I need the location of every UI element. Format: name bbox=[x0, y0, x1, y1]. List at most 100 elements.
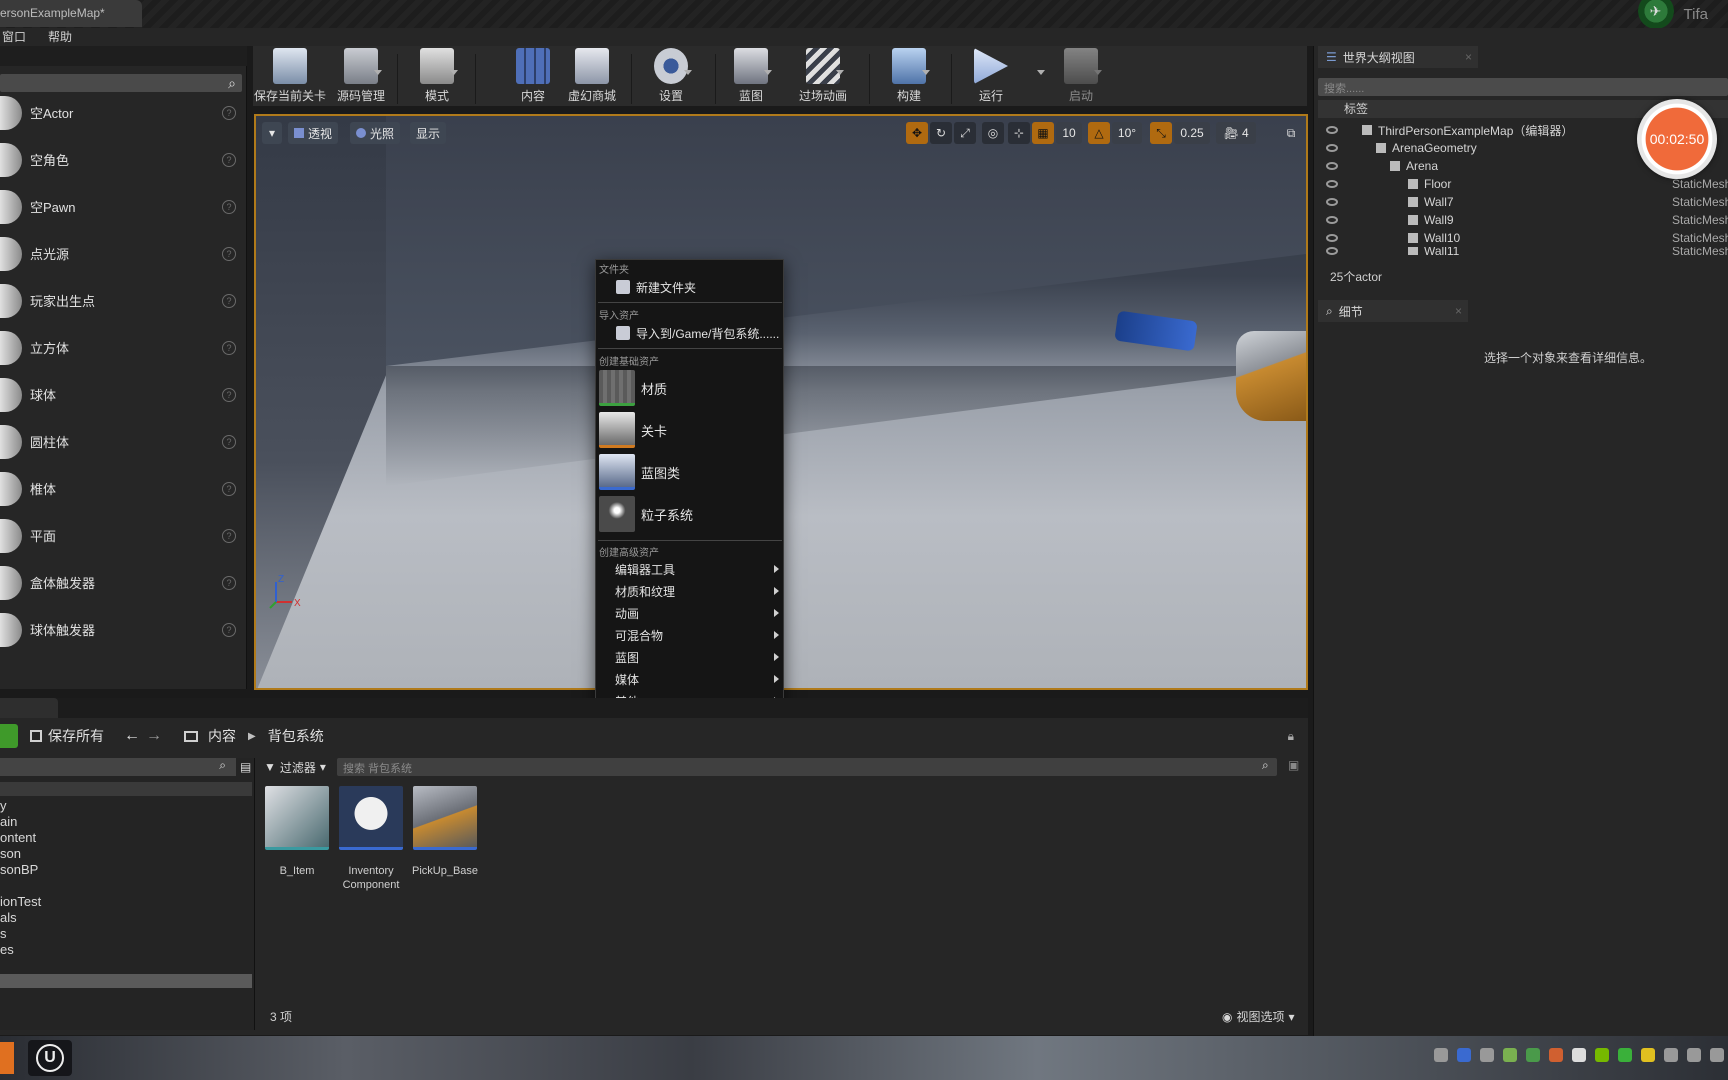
content-button[interactable]: 内容 bbox=[515, 48, 551, 108]
asset-tile[interactable]: B_Item bbox=[264, 786, 330, 878]
actor-list-item[interactable]: 空Actor? bbox=[0, 89, 244, 136]
modes-button[interactable]: 模式 bbox=[413, 48, 461, 108]
help-icon[interactable]: ? bbox=[222, 528, 236, 543]
actor-list-item[interactable]: 空Pawn? bbox=[0, 183, 244, 230]
asset-tile[interactable]: Inventory Component bbox=[338, 786, 404, 892]
list-view-icon[interactable]: ▤ bbox=[240, 760, 251, 774]
close-icon[interactable]: × bbox=[1455, 304, 1462, 318]
notification-icon[interactable] bbox=[1710, 1048, 1724, 1062]
blueprints-button[interactable]: 蓝图 bbox=[729, 48, 773, 108]
unreal-engine-app-icon[interactable]: U bbox=[28, 1040, 72, 1076]
settings-button[interactable]: 设置 bbox=[651, 48, 692, 108]
chevron-up-icon[interactable] bbox=[1480, 1048, 1494, 1062]
visibility-eye-icon[interactable] bbox=[1326, 216, 1338, 224]
network-icon[interactable] bbox=[1526, 1048, 1540, 1062]
new-folder-item[interactable]: 新建文件夹 bbox=[596, 276, 783, 298]
help-icon[interactable]: ? bbox=[222, 199, 236, 214]
save-all-button[interactable]: 保存所有 bbox=[48, 726, 104, 746]
breadcrumb-content[interactable]: 内容 bbox=[208, 726, 236, 746]
viewport-options-dropdown[interactable]: ▾ bbox=[262, 122, 282, 144]
actor-list-item[interactable]: 球体? bbox=[0, 371, 244, 418]
actor-list-item[interactable]: 平面? bbox=[0, 512, 244, 559]
app-tray-icon[interactable] bbox=[1549, 1048, 1563, 1062]
folder-tree-item[interactable]: y bbox=[0, 798, 7, 813]
search-icon[interactable]: ⌕ bbox=[1262, 758, 1269, 773]
folder-tree-item[interactable]: es bbox=[0, 942, 14, 957]
filters-button[interactable]: ▼ 过滤器 ▾ bbox=[264, 758, 326, 776]
document-tab[interactable]: ersonExampleMap* bbox=[0, 0, 142, 27]
outliner-search-input[interactable]: 搜索...... bbox=[1318, 78, 1728, 96]
scale-snap-icon[interactable]: ⤡ bbox=[1150, 122, 1172, 144]
wifi-icon[interactable] bbox=[1664, 1048, 1678, 1062]
outliner-row[interactable]: Wall10 StaticMesh bbox=[1318, 229, 1728, 247]
advanced-asset-submenu-item[interactable]: 蓝图 bbox=[596, 646, 783, 668]
advanced-asset-submenu-item[interactable]: 动画 bbox=[596, 602, 783, 624]
create-material-item[interactable]: 材质 bbox=[599, 368, 783, 408]
asset-search-input[interactable]: 搜索 背包系统 bbox=[337, 758, 1277, 776]
menu-help[interactable]: 帮助 bbox=[48, 28, 72, 46]
grid-snap-value[interactable]: 10 bbox=[1056, 122, 1082, 144]
play-options-arrow-icon[interactable] bbox=[1037, 70, 1045, 75]
folder-tree-item[interactable]: s bbox=[0, 926, 7, 941]
lock-icon[interactable]: 🔒︎ bbox=[1288, 729, 1294, 744]
import-to-item[interactable]: 导入到/Game/背包系统...... bbox=[596, 322, 783, 344]
actor-list-item[interactable]: 椎体? bbox=[0, 465, 244, 512]
advanced-asset-submenu-item[interactable]: 编辑器工具 bbox=[596, 558, 783, 580]
perspective-button[interactable]: 透视 bbox=[288, 122, 339, 144]
add-new-button[interactable] bbox=[0, 724, 18, 748]
folder-tree-item[interactable]: ontent bbox=[0, 830, 36, 845]
visibility-eye-icon[interactable] bbox=[1326, 126, 1338, 134]
lit-button[interactable]: 光照 bbox=[350, 122, 401, 144]
cinematics-button[interactable]: 过场动画 bbox=[793, 48, 853, 108]
rotate-icon[interactable]: ↻ bbox=[930, 122, 952, 144]
folder-tree-item[interactable]: ain bbox=[0, 814, 17, 829]
breadcrumb-current-folder[interactable]: 背包系统 bbox=[268, 726, 324, 746]
save-level-button[interactable]: 保存当前关卡 bbox=[254, 48, 326, 108]
content-browser-tab[interactable] bbox=[0, 698, 58, 718]
help-icon[interactable]: ? bbox=[222, 105, 236, 120]
search-icon[interactable]: ⌕ bbox=[219, 758, 226, 773]
recording-timer[interactable]: 00:02:50 bbox=[1637, 99, 1717, 179]
tray-plus-icon[interactable] bbox=[1641, 1048, 1655, 1062]
play-button[interactable]: 运行 bbox=[963, 48, 1019, 108]
actor-list-item[interactable]: 玩家出生点? bbox=[0, 277, 244, 324]
actor-list-item[interactable]: 盒体触发器? bbox=[0, 559, 244, 606]
menu-window[interactable]: 窗口 bbox=[2, 28, 26, 46]
help-icon[interactable]: ? bbox=[222, 481, 236, 496]
build-button[interactable]: 构建 bbox=[881, 48, 937, 108]
rotation-snap-icon[interactable]: △ bbox=[1088, 122, 1110, 144]
visibility-eye-icon[interactable] bbox=[1326, 198, 1338, 206]
actor-list-item[interactable]: 点光源? bbox=[0, 230, 244, 277]
chair-actor[interactable] bbox=[1236, 331, 1306, 421]
tab-details[interactable]: ⌕ 细节 × bbox=[1318, 300, 1468, 322]
advanced-asset-submenu-item[interactable]: 媒体 bbox=[596, 668, 783, 690]
visibility-eye-icon[interactable] bbox=[1326, 247, 1338, 255]
tab-world-outliner[interactable]: ☰ 世界大纲视图 × bbox=[1318, 46, 1478, 68]
visibility-eye-icon[interactable] bbox=[1326, 234, 1338, 242]
help-icon[interactable]: ? bbox=[222, 340, 236, 355]
visibility-eye-icon[interactable] bbox=[1326, 162, 1338, 170]
help-icon[interactable]: ? bbox=[222, 434, 236, 449]
back-arrow-icon[interactable]: ← bbox=[124, 727, 140, 745]
wechat-icon[interactable] bbox=[1618, 1048, 1632, 1062]
advanced-asset-submenu-item[interactable]: 材质和纹理 bbox=[596, 580, 783, 602]
outliner-row[interactable]: Wall11 StaticMesh bbox=[1318, 247, 1728, 255]
folder-tree-item[interactable]: son bbox=[0, 846, 21, 861]
camera-actor[interactable] bbox=[1114, 310, 1198, 352]
actor-list-item[interactable]: 球体触发器? bbox=[0, 606, 244, 653]
help-icon[interactable] bbox=[1457, 1048, 1471, 1062]
maximize-viewport-icon[interactable]: ⧉ bbox=[1282, 122, 1300, 144]
outliner-row[interactable]: Wall7 StaticMesh bbox=[1318, 193, 1728, 211]
actor-list-item[interactable]: 圆柱体? bbox=[0, 418, 244, 465]
surface-snap-icon[interactable]: ⊹ bbox=[1008, 122, 1030, 144]
help-icon[interactable]: ? bbox=[222, 622, 236, 637]
help-icon[interactable]: ? bbox=[222, 246, 236, 261]
outliner-row[interactable]: Wall9 StaticMesh bbox=[1318, 211, 1728, 229]
asset-tile[interactable]: PickUp_Base bbox=[412, 786, 478, 878]
camera-speed[interactable]: 🎥︎ 4 bbox=[1216, 122, 1256, 144]
nvidia-icon[interactable] bbox=[1595, 1048, 1609, 1062]
translate-icon[interactable]: ✥ bbox=[906, 122, 928, 144]
user-badge-icon[interactable]: ✈ bbox=[1637, 0, 1674, 29]
battery-icon[interactable] bbox=[1503, 1048, 1517, 1062]
app-icon[interactable] bbox=[0, 1042, 14, 1074]
